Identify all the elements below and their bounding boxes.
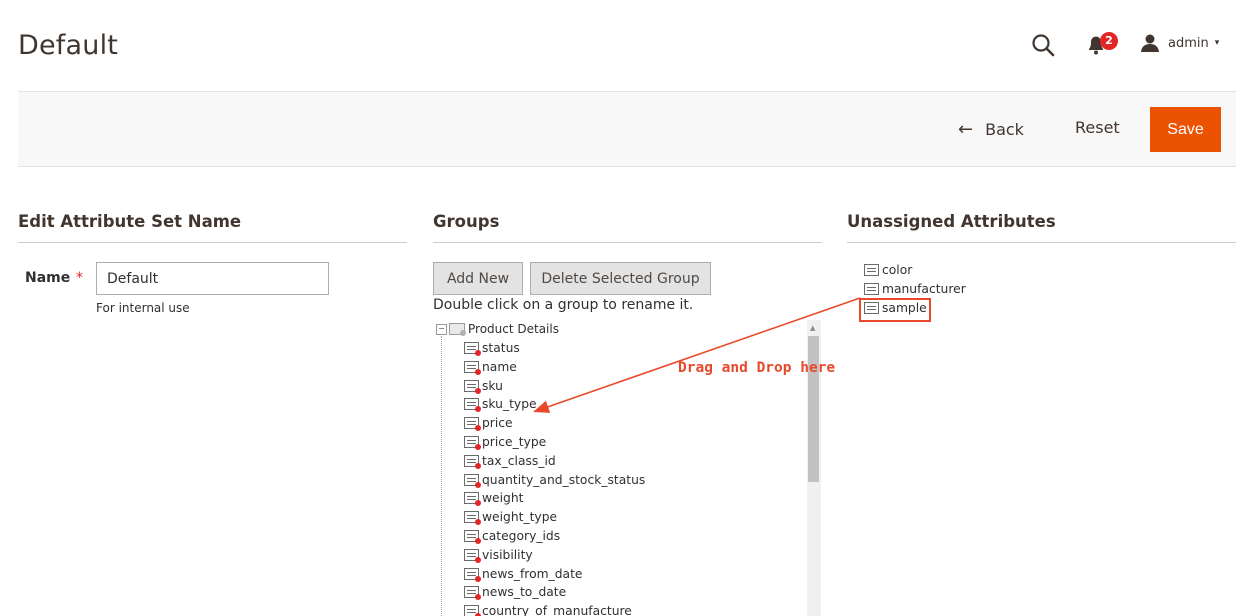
attribute-icon <box>464 530 481 544</box>
user-menu[interactable]: admin ▾ <box>1140 31 1219 55</box>
tree-attribute-item[interactable]: status <box>464 339 520 357</box>
attribute-icon <box>464 436 481 450</box>
back-button[interactable]: ← Back <box>958 118 1024 140</box>
tree-attribute-item[interactable]: country_of_manufacture <box>464 602 632 616</box>
attribute-label: quantity_and_stock_status <box>482 472 646 487</box>
attribute-label: country_of_manufacture <box>482 604 632 616</box>
attribute-icon <box>464 360 481 375</box>
page-actions-toolbar <box>18 91 1236 167</box>
attribute-label: tax_class_id <box>482 453 556 468</box>
chevron-down-icon: ▾ <box>1214 38 1220 48</box>
attribute-set-name-input[interactable] <box>96 262 329 295</box>
unassigned-attributes-title: Unassigned Attributes <box>847 212 1056 231</box>
attribute-label: price_type <box>482 435 547 449</box>
tree-attribute-item[interactable]: name <box>464 358 517 376</box>
attribute-icon <box>464 511 481 526</box>
attribute-label: manufacturer <box>882 282 966 296</box>
username: admin <box>1168 35 1209 51</box>
attribute-icon <box>464 492 481 507</box>
attribute-icon <box>464 605 481 616</box>
drag-drop-annotation: Drag and Drop here <box>678 360 836 376</box>
attribute-label: price <box>482 416 513 431</box>
tree-attribute-item[interactable]: quantity_and_stock_status <box>464 471 645 489</box>
attribute-label: name <box>482 359 517 374</box>
edit-attribute-set-title: Edit Attribute Set Name <box>18 212 242 231</box>
attribute-label: category_ids <box>482 529 561 543</box>
unassigned-attribute-item[interactable]: color <box>864 261 912 279</box>
tree-attribute-item[interactable]: news_from_date <box>464 565 582 583</box>
attribute-icon <box>464 567 481 582</box>
back-arrow-icon: ← <box>958 118 974 140</box>
notification-count-badge[interactable]: 2 <box>1100 32 1118 50</box>
tree-attribute-item[interactable]: price <box>464 414 513 432</box>
reset-button[interactable]: Reset <box>1075 118 1120 137</box>
tree-attribute-item[interactable]: price_type <box>464 433 546 451</box>
attribute-icon <box>864 283 879 295</box>
collapse-toggle-icon[interactable]: − <box>436 323 447 335</box>
attribute-label: news_from_date <box>482 566 583 581</box>
groups-hint: Double click on a group to rename it. <box>433 297 694 313</box>
user-icon <box>1141 34 1159 52</box>
back-button-label: Back <box>985 119 1024 139</box>
highlight-box <box>859 298 931 322</box>
tree-attribute-item[interactable]: news_to_date <box>464 583 566 601</box>
attribute-label: news_to_date <box>482 585 567 600</box>
tree-group-product-details[interactable]: − Product Details <box>436 320 559 338</box>
search-icon[interactable] <box>1030 32 1056 58</box>
group-label: Product Details <box>468 322 559 336</box>
attribute-icon <box>464 342 481 356</box>
groups-title: Groups <box>433 212 500 231</box>
attribute-icon <box>464 417 481 432</box>
attribute-label: weight <box>482 491 524 506</box>
attribute-icon <box>464 454 481 469</box>
attribute-label: sku <box>482 378 503 393</box>
attribute-icon <box>464 548 481 563</box>
attribute-label: visibility <box>482 547 533 562</box>
attribute-icon <box>464 398 481 413</box>
tree-attribute-item[interactable]: weight_type <box>464 508 557 526</box>
page-title: Default <box>18 30 119 61</box>
scroll-up-icon[interactable]: ▲ <box>810 324 815 332</box>
scrollbar-thumb[interactable] <box>808 336 819 482</box>
attribute-label: status <box>482 341 520 355</box>
attribute-icon <box>464 473 481 488</box>
attribute-label: sku_type <box>482 397 537 412</box>
attribute-label: weight_type <box>482 510 558 525</box>
tree-attribute-item[interactable]: sku <box>464 377 503 395</box>
attribute-icon <box>464 586 481 601</box>
folder-icon <box>449 323 466 336</box>
section-divider <box>18 242 407 243</box>
attribute-label: color <box>882 263 913 277</box>
tree-attribute-item[interactable]: weight <box>464 489 523 507</box>
delete-selected-group-button[interactable]: Delete Selected Group <box>530 262 711 295</box>
unassigned-attribute-item[interactable]: manufacturer <box>864 280 966 298</box>
required-marker: * <box>76 270 83 286</box>
name-label: Name <box>25 270 71 286</box>
section-divider <box>433 242 822 243</box>
section-divider <box>847 242 1236 243</box>
tree-attribute-item[interactable]: sku_type <box>464 395 537 413</box>
attribute-icon <box>864 264 879 276</box>
tree-attribute-item[interactable]: visibility <box>464 546 533 564</box>
attribute-icon <box>464 379 481 394</box>
tree-attribute-item[interactable]: tax_class_id <box>464 452 556 470</box>
save-button[interactable]: Save <box>1150 107 1221 152</box>
name-field-note: For internal use <box>96 301 190 315</box>
tree-connector-line <box>441 336 442 616</box>
tree-attribute-item[interactable]: category_ids <box>464 527 560 545</box>
add-new-group-button[interactable]: Add New <box>433 262 523 295</box>
